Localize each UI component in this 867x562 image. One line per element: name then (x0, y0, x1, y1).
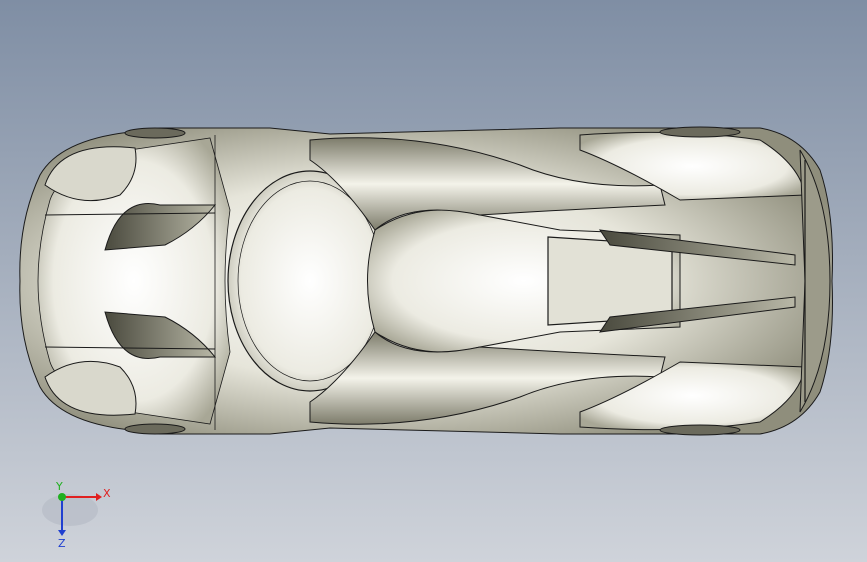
z-axis-label: Z (58, 537, 66, 550)
x-axis-label: X (103, 487, 111, 500)
wheel-rear-left (659, 126, 741, 138)
wheel-front-right (124, 423, 186, 435)
y-axis-point (58, 493, 66, 501)
wheel-front-left (124, 127, 186, 139)
wheel-rear-right (659, 424, 741, 436)
model-view[interactable]: X Y Z (0, 0, 867, 562)
car-body[interactable] (19, 126, 833, 436)
triad-shadow (42, 494, 98, 526)
y-axis-label: Y (55, 480, 63, 493)
graphics-viewport[interactable]: X Y Z (0, 0, 867, 562)
rear-engine-window (547, 236, 673, 326)
